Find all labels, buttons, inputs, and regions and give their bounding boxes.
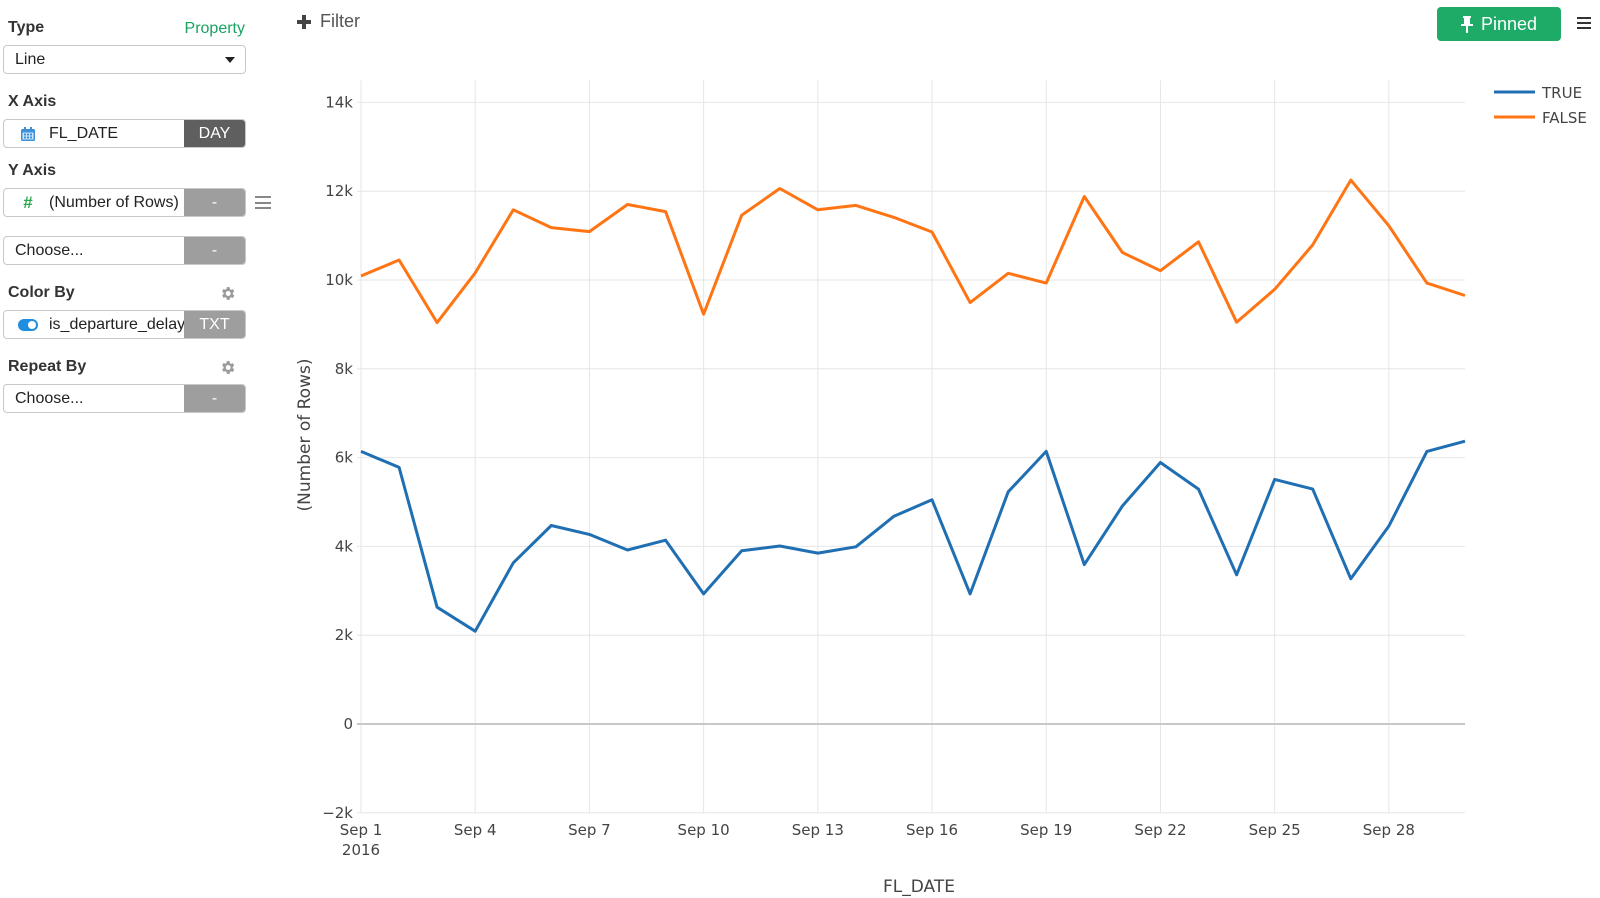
y-tick-label: 10k [325, 271, 353, 289]
y-tick-label: 0 [343, 715, 353, 733]
x-tick-label: Sep 25 [1249, 821, 1301, 839]
y-tick-label: 4k [335, 537, 354, 555]
x-tick-label: Sep 4 [454, 821, 497, 839]
x-tick-label: Sep 13 [792, 821, 844, 839]
y-gridlines [357, 101, 1465, 814]
y-axis-title: (Number of Rows) [295, 359, 315, 512]
y-tick-label: −2k [322, 804, 353, 822]
x-tick-label: Sep 1 [340, 821, 383, 839]
legend: TRUE FALSE [1494, 84, 1587, 127]
legend-label: TRUE [1541, 84, 1582, 102]
x-tick-sublabel: 2016 [342, 841, 380, 859]
x-tick-label: Sep 28 [1363, 821, 1415, 839]
x-tick-labels: Sep 1 2016 Sep 4 Sep 7 Sep 10 Sep 13 Sep 16 Sep… [340, 821, 1415, 859]
series-lines [360, 178, 1466, 633]
y-tick-label: 14k [325, 93, 353, 111]
y-tick-labels: −2k 0 2k 4k 6k 8k 10k 12k 14k [322, 93, 353, 821]
x-gridlines [360, 80, 1390, 813]
y-tick-label: 8k [335, 360, 354, 378]
y-tick-label: 12k [325, 182, 353, 200]
legend-item-true[interactable]: TRUE [1494, 84, 1582, 102]
line-chart: −2k02k4k6k8k10k12k14k Sep 12016Sep 4 Sep … [295, 80, 1587, 897]
x-tick-label: Sep 22 [1134, 821, 1186, 839]
x-tick-label: Sep 7 [568, 821, 611, 839]
series-line-true[interactable] [360, 439, 1466, 633]
y-tick-label: 2k [335, 626, 354, 644]
x-tick-label: Sep 19 [1020, 821, 1072, 839]
y-tick-label: 6k [335, 449, 354, 467]
legend-label: FALSE [1542, 109, 1587, 127]
series-line-false[interactable] [360, 178, 1466, 325]
x-axis-title: FL_DATE [883, 877, 955, 897]
legend-item-false[interactable]: FALSE [1494, 109, 1587, 127]
x-tick-label: Sep 16 [906, 821, 958, 839]
x-tick-label: Sep 10 [678, 821, 730, 839]
